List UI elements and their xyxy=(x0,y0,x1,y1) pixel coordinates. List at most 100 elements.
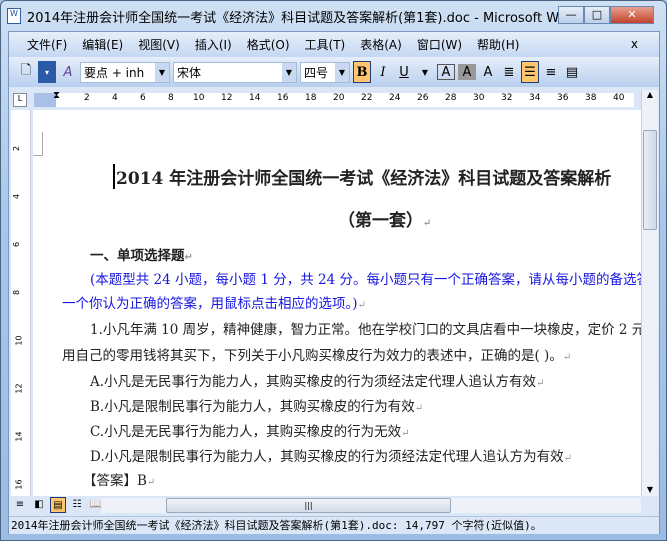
question-1-line-2: 用自己的零用钱将其买下，下列关于小凡购买橡皮行为效力的表述中，正确的是( )。↵ xyxy=(62,348,572,364)
ruler-tick: 18 xyxy=(305,93,317,103)
normal-view-icon[interactable]: ≡ xyxy=(12,497,28,513)
menu-tools[interactable]: 工具(T) xyxy=(305,36,346,53)
section-text: 一、单项选择题 xyxy=(90,248,185,264)
align-right-icon[interactable]: ≡ xyxy=(542,61,560,83)
font-select[interactable]: 宋体 ▼ xyxy=(173,61,297,83)
menu-file[interactable]: 文件(F) xyxy=(27,36,67,53)
document-page[interactable]: 2014 年注册会计师全国统一考试《经济法》科目试题及答案解析 （第一套）↵ 一… xyxy=(33,110,641,496)
menu-window[interactable]: 窗口(W) xyxy=(417,36,462,53)
ruler-tick: 8 xyxy=(12,289,22,296)
menu-edit[interactable]: 编辑(E) xyxy=(82,36,123,53)
ruler-tick: 12 xyxy=(221,93,233,103)
bold-button[interactable]: B xyxy=(353,61,371,83)
status-bar: 2014年注册会计师全国统一考试《经济法》科目试题及答案解析(第1套).doc:… xyxy=(9,516,659,534)
ruler-tick: 14 xyxy=(249,93,261,103)
new-document-icon[interactable]: 🗋 xyxy=(17,61,35,83)
next-page-icon[interactable]: ▼ xyxy=(642,485,658,494)
ruler-tick: 34 xyxy=(529,93,541,103)
option-text: B.小凡是限制民事行为能力人，其购买橡皮的行为有效 xyxy=(90,399,415,415)
vertical-ruler[interactable]: 2 4 6 8 10 12 14 16 xyxy=(11,110,31,496)
ruler-tick: 20 xyxy=(333,93,345,103)
menu-table[interactable]: 表格(A) xyxy=(360,36,402,53)
document-title: 2014 年注册会计师全国统一考试《经济法》科目试题及答案解析 xyxy=(113,164,611,189)
ruler-tick: 32 xyxy=(501,93,513,103)
toolbar-options-icon[interactable]: ▾ xyxy=(38,61,56,83)
subtitle-text: （第一套） xyxy=(338,211,423,231)
close-document-button[interactable]: x xyxy=(631,37,638,51)
font-size-select[interactable]: 四号 ▼ xyxy=(300,61,350,83)
style-select[interactable]: 要点 + inh ▼ xyxy=(80,61,170,83)
character-shading-button[interactable]: A xyxy=(458,64,476,80)
word-doc-icon: W xyxy=(7,8,21,24)
chevron-down-icon: ▼ xyxy=(155,62,169,82)
option-text: D.小凡是限制民事行为能力人，其购买橡皮的行为须经法定代理人追认方为有效 xyxy=(90,449,564,465)
menu-format[interactable]: 格式(O) xyxy=(247,36,290,53)
styles-icon[interactable]: A xyxy=(59,61,77,83)
menu-help[interactable]: 帮助(H) xyxy=(477,36,519,53)
font-size-value: 四号 xyxy=(304,65,329,80)
ruler-tick: 22 xyxy=(361,93,373,103)
web-layout-icon[interactable]: ◧ xyxy=(31,497,47,513)
align-center-icon[interactable]: ☰ xyxy=(521,61,539,83)
option-a: A.小凡是无民事行为能力人，其购买橡皮的行为须经法定代理人追认方有效↵ xyxy=(90,374,545,390)
question-1-line-1: 1.小凡年满 10 周岁，精神健康，智力正常。他在学校门口的文具店看中一块橡皮，… xyxy=(90,322,641,338)
font-value: 宋体 xyxy=(177,65,202,80)
outline-view-icon[interactable]: ☷ xyxy=(69,497,85,513)
vertical-scroll-thumb[interactable] xyxy=(643,130,657,230)
vertical-scrollbar[interactable]: ▲ ▼ xyxy=(641,90,658,496)
instructions-line-2: 一个你认为正确的答案，用鼠标点击相应的选项。)↵ xyxy=(62,296,366,312)
section-heading: 一、单项选择题↵ xyxy=(90,248,193,264)
option-text: C.小凡是无民事行为能力人，其购买橡皮的行为无效 xyxy=(90,424,402,440)
highlight-button[interactable]: A xyxy=(479,61,497,83)
indent-marker-icon[interactable]: ⧗ xyxy=(53,90,60,101)
formatting-toolbar: 🗋 ▾ A 要点 + inh ▼ 宋体 ▼ 四号 ▼ B I U ▼ A A A ≣ … xyxy=(9,57,659,87)
ruler-tick: 14 xyxy=(14,431,24,442)
underline-button[interactable]: U xyxy=(395,61,413,83)
answer-text: 【答案】B xyxy=(83,473,147,489)
view-bar: ≡ ◧ ▤ ☷ 📖 ||| xyxy=(9,496,659,514)
tab-stop-icon[interactable]: L xyxy=(13,93,27,107)
option-text: A.小凡是无民事行为能力人，其购买橡皮的行为须经法定代理人追认方有效 xyxy=(90,374,537,390)
menu-view[interactable]: 视图(V) xyxy=(138,36,180,53)
document-subtitle: （第一套）↵ xyxy=(338,211,432,231)
menu-bar: 文件(F) 编辑(E) 视图(V) 插入(I) 格式(O) 工具(T) 表格(A… xyxy=(9,32,659,57)
answer: 【答案】B↵ xyxy=(83,473,156,489)
style-value: 要点 + inh xyxy=(84,65,145,80)
close-button[interactable]: ✕ xyxy=(610,6,654,24)
ruler-tick: 10 xyxy=(14,335,24,346)
title-bar: W 2014年注册会计师全国统一考试《经济法》科目试题及答案解析(第1套).do… xyxy=(7,5,660,27)
ruler-tick: 36 xyxy=(557,93,569,103)
option-b: B.小凡是限制民事行为能力人，其购买橡皮的行为有效↵ xyxy=(90,399,424,415)
ruler-tick: 16 xyxy=(277,93,289,103)
chevron-down-icon: ▼ xyxy=(282,62,296,82)
ruler-tick: 4 xyxy=(112,93,118,103)
menu-insert[interactable]: 插入(I) xyxy=(195,36,232,53)
ruler-tick: 6 xyxy=(140,93,146,103)
ruler-tick: 26 xyxy=(417,93,429,103)
minimize-button[interactable]: — xyxy=(558,6,584,24)
ruler-tick: 2 xyxy=(12,145,22,152)
underline-dropdown-icon[interactable]: ▼ xyxy=(416,61,434,83)
horizontal-ruler[interactable]: L ⧗ 2 4 6 8 10 12 14 16 18 20 22 24 26 2… xyxy=(9,90,659,108)
instructions-line-1: (本题型共 24 小题，每小题 1 分，共 24 分。每小题只有一个正确答案，请… xyxy=(90,272,641,288)
ruler-tick: 40 xyxy=(613,93,625,103)
character-border-button[interactable]: A xyxy=(437,64,455,80)
horizontal-scrollbar[interactable]: ||| xyxy=(101,498,641,513)
ruler-tick: 6 xyxy=(12,241,22,248)
window-title: 2014年注册会计师全国统一考试《经济法》科目试题及答案解析(第1套).doc … xyxy=(27,10,580,26)
ruler-tick: 38 xyxy=(585,93,597,103)
ruler-tick: 8 xyxy=(168,93,174,103)
client-area: 文件(F) 编辑(E) 视图(V) 插入(I) 格式(O) 工具(T) 表格(A… xyxy=(8,31,660,534)
maximize-button[interactable]: □ xyxy=(584,6,610,24)
align-justify-icon[interactable]: ≣ xyxy=(500,61,518,83)
print-layout-icon[interactable]: ▤ xyxy=(50,497,66,513)
ruler-tick: 10 xyxy=(193,93,205,103)
horizontal-scroll-thumb[interactable]: ||| xyxy=(166,498,451,513)
italic-button[interactable]: I xyxy=(374,61,392,83)
ruler-tick: 12 xyxy=(14,383,24,394)
ruler-tick: 24 xyxy=(389,93,401,103)
distributed-align-icon[interactable]: ▤ xyxy=(563,61,581,83)
ruler-tick: 4 xyxy=(12,193,22,200)
ruler-tick: 16 xyxy=(14,479,24,490)
scroll-up-icon[interactable]: ▲ xyxy=(642,90,658,99)
